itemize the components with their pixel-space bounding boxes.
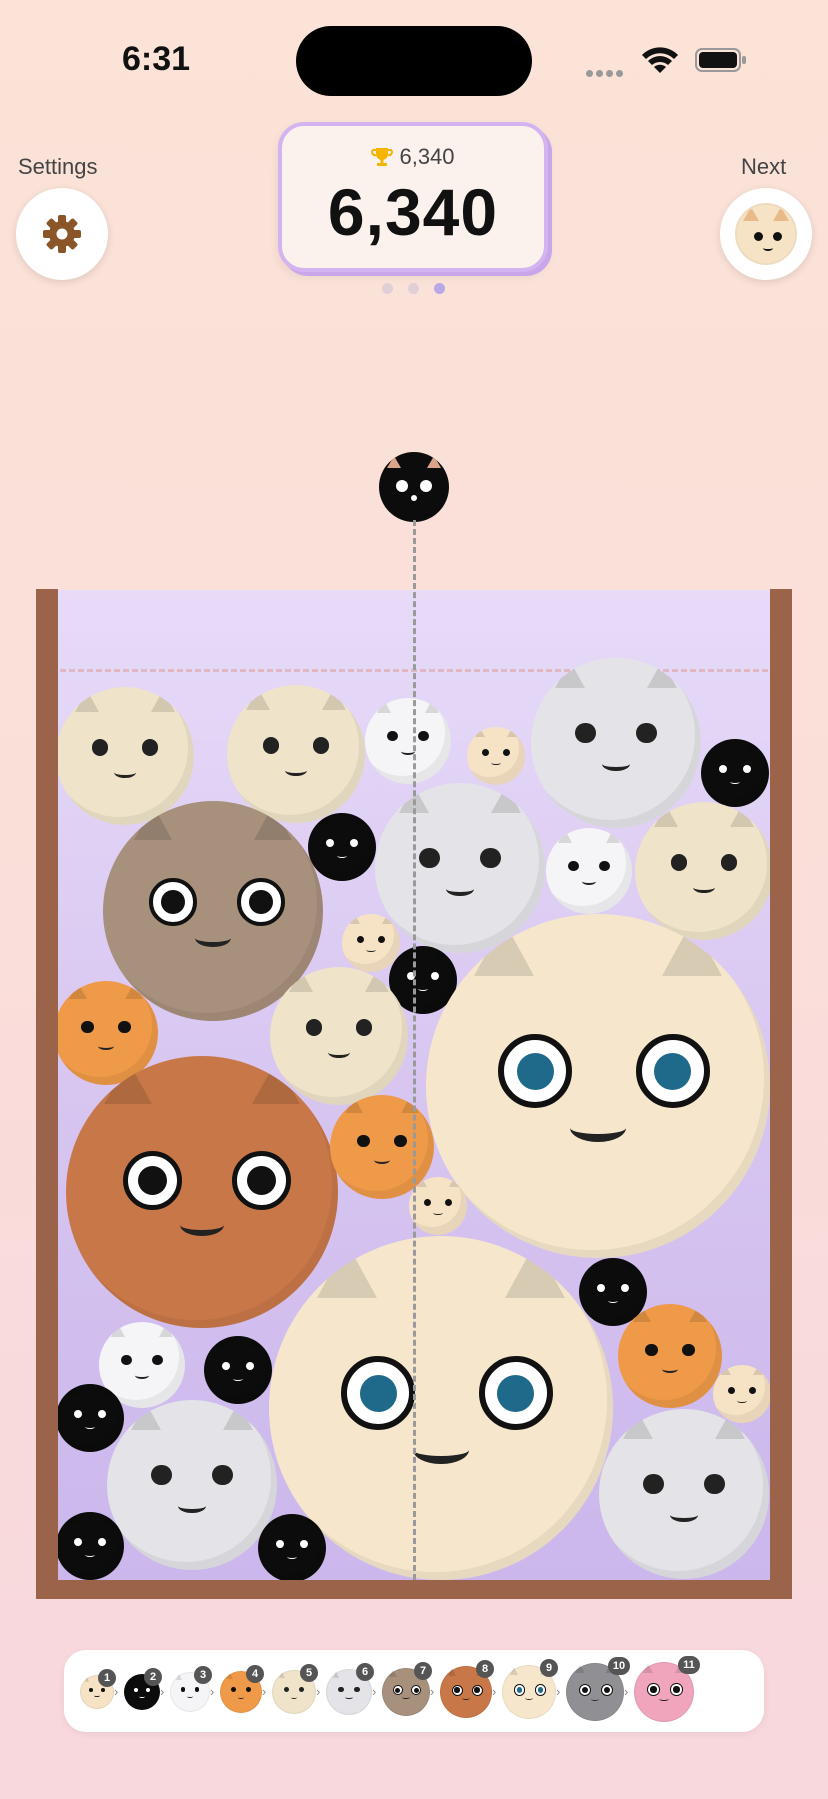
cat-ball-tier-3 <box>546 828 632 914</box>
cat-ball-tier-1 <box>467 727 525 785</box>
legend-tier-number: 9 <box>540 1659 558 1677</box>
dynamic-island <box>296 26 532 96</box>
cat-ball-tier-9 <box>426 914 770 1258</box>
legend-tier-number: 5 <box>300 1664 318 1682</box>
legend-arrow-icon: › <box>492 1684 497 1699</box>
trophy-icon <box>371 148 394 166</box>
next-piece-preview <box>720 188 812 280</box>
legend-tier-number: 4 <box>246 1665 264 1683</box>
legend-arrow-icon: › <box>430 1684 435 1699</box>
next-label: Next <box>741 154 787 179</box>
cat-ball-tier-2 <box>204 1336 272 1404</box>
cat-ball-tier-2 <box>701 739 769 807</box>
current-piece-black-cat[interactable] <box>379 452 449 522</box>
page-dot[interactable] <box>408 283 419 294</box>
legend-tier-number: 7 <box>414 1662 432 1680</box>
current-score: 6,340 <box>327 175 499 249</box>
legend-arrow-icon: › <box>114 1684 119 1699</box>
legend-tier-number: 10 <box>608 1657 630 1675</box>
wifi-icon <box>642 47 678 73</box>
cat-ball-tier-4 <box>618 1304 722 1408</box>
legend-arrow-icon: › <box>210 1684 215 1699</box>
cat-ball-tier-3 <box>365 698 451 784</box>
cat-ball-tier-6 <box>107 1400 277 1570</box>
legend-tier-number: 3 <box>194 1666 212 1684</box>
container-right-wall <box>770 589 792 1599</box>
container-floor <box>36 1580 792 1599</box>
container-left-wall <box>36 589 58 1599</box>
legend-arrow-icon: › <box>624 1684 629 1699</box>
gear-icon <box>43 215 81 253</box>
legend-arrow-icon: › <box>556 1684 561 1699</box>
cat-ball-tier-2 <box>56 1512 124 1580</box>
settings-label: Settings <box>18 154 98 179</box>
legend-arrow-icon: › <box>160 1684 165 1699</box>
cat-ball-tier-1 <box>409 1177 467 1235</box>
legend-tier-number: 11 <box>678 1656 700 1674</box>
cat-ball-tier-2 <box>308 813 376 881</box>
legend-tier-number: 8 <box>476 1660 494 1678</box>
cat-ball-tier-2 <box>258 1514 326 1582</box>
cat-ball-tier-6 <box>599 1409 769 1579</box>
page-dot[interactable] <box>382 283 393 294</box>
score-card: 6,340 6,340 <box>278 122 548 272</box>
legend-arrow-icon: › <box>262 1684 267 1699</box>
drop-guide-line <box>413 520 416 1580</box>
best-score: 6,340 <box>282 144 544 170</box>
cellular-signal-icon <box>586 64 626 82</box>
legend-arrow-icon: › <box>372 1684 377 1699</box>
legend-arrow-icon: › <box>316 1684 321 1699</box>
battery-icon <box>695 48 746 72</box>
legend-tier-number: 6 <box>356 1663 374 1681</box>
evolution-legend: 1 › 2 › 3 › 4 › 5 › 6 › 7 › 8 › 9 › 10 › 11 <box>64 1650 764 1732</box>
settings-button[interactable] <box>16 188 108 280</box>
cream-kitten-icon <box>735 203 797 265</box>
status-time: 6:31 <box>122 40 191 78</box>
best-score-value: 6,340 <box>399 144 455 169</box>
page-dot-active[interactable] <box>434 283 445 294</box>
